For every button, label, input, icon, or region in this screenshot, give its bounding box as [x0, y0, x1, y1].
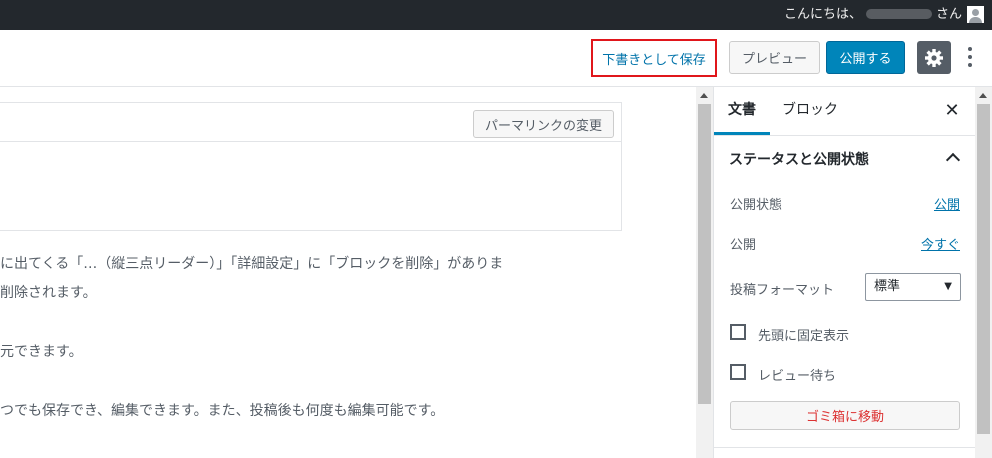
chevron-up-icon[interactable]: [945, 152, 961, 168]
move-to-trash-button[interactable]: ゴミ箱に移動: [730, 401, 960, 430]
pending-review-checkbox[interactable]: [730, 364, 746, 380]
settings-sidebar: 文書 ブロック ✕ ステータスと公開状態 公開状態 公開 公開 今すぐ 投稿フォ…: [713, 87, 975, 458]
panel-divider: [714, 447, 975, 448]
sticky-label[interactable]: 先頭に固定表示: [758, 325, 849, 344]
username-redacted: [865, 8, 932, 19]
editor-header: 下書きとして保存 プレビュー 公開する: [0, 30, 992, 87]
visibility-link[interactable]: 公開: [934, 194, 960, 213]
editor-content: パーマリンクの変更 に出てくる「…（縦三点リーダー）」「詳細設定」に「ブロックを…: [0, 87, 696, 458]
scrollbar-thumb[interactable]: [698, 104, 711, 404]
account-greeting[interactable]: こんにちは、 さん: [784, 0, 962, 30]
publish-button[interactable]: 公開する: [826, 41, 905, 74]
post-format-label: 投稿フォーマット: [730, 283, 835, 298]
tab-block[interactable]: ブロック: [782, 87, 838, 135]
save-draft-button[interactable]: 下書きとして保存: [591, 39, 717, 77]
visibility-label: 公開状態: [730, 198, 783, 213]
paragraph[interactable]: 元できます。: [0, 341, 83, 361]
avatar-head: [972, 9, 979, 16]
kebab-dot: [968, 55, 972, 59]
scrollbar-thumb[interactable]: [977, 104, 990, 434]
kebab-dot: [968, 63, 972, 67]
scroll-up-arrow-icon[interactable]: [979, 93, 987, 98]
more-options-icon[interactable]: [963, 46, 977, 68]
pending-review-label[interactable]: レビュー待ち: [758, 365, 836, 384]
publish-date-label: 公開: [730, 238, 757, 253]
sidebar-tabs: 文書 ブロック ✕: [714, 87, 975, 136]
status-panel-title[interactable]: ステータスと公開状態: [729, 149, 869, 169]
post-format-select[interactable]: 標準 ▼: [865, 273, 961, 301]
dropdown-caret-icon: ▼: [944, 281, 952, 292]
close-icon[interactable]: ✕: [942, 101, 962, 121]
tab-document[interactable]: 文書: [714, 87, 770, 135]
kebab-dot: [968, 47, 972, 51]
sticky-checkbox[interactable]: [730, 324, 746, 340]
paragraph[interactable]: 削除されます。: [0, 282, 97, 302]
gear-icon: [925, 48, 943, 67]
greeting-suffix: さん: [935, 7, 962, 22]
post-format-value: 標準: [874, 279, 901, 294]
publish-date-link[interactable]: 今すぐ: [921, 234, 960, 253]
avatar-body: [969, 17, 982, 23]
content-scrollbar[interactable]: [696, 87, 713, 458]
permalink-panel: パーマリンクの変更: [0, 102, 622, 231]
scroll-up-arrow-icon[interactable]: [700, 93, 708, 98]
settings-button[interactable]: [917, 41, 951, 74]
preview-button[interactable]: プレビュー: [729, 41, 820, 74]
admin-bar: こんにちは、 さん: [0, 0, 992, 30]
avatar[interactable]: [967, 6, 984, 23]
paragraph[interactable]: に出てくる「…（縦三点リーダー）」「詳細設定」に「ブロックを削除」がありま: [0, 253, 503, 273]
permalink-divider: [0, 141, 621, 142]
change-permalink-button[interactable]: パーマリンクの変更: [473, 110, 614, 138]
sidebar-scrollbar[interactable]: [975, 87, 992, 458]
greeting-prefix: こんにちは、: [783, 7, 862, 22]
paragraph[interactable]: つでも保存でき、編集できます。また、投稿後も何度も編集可能です。: [0, 400, 444, 420]
